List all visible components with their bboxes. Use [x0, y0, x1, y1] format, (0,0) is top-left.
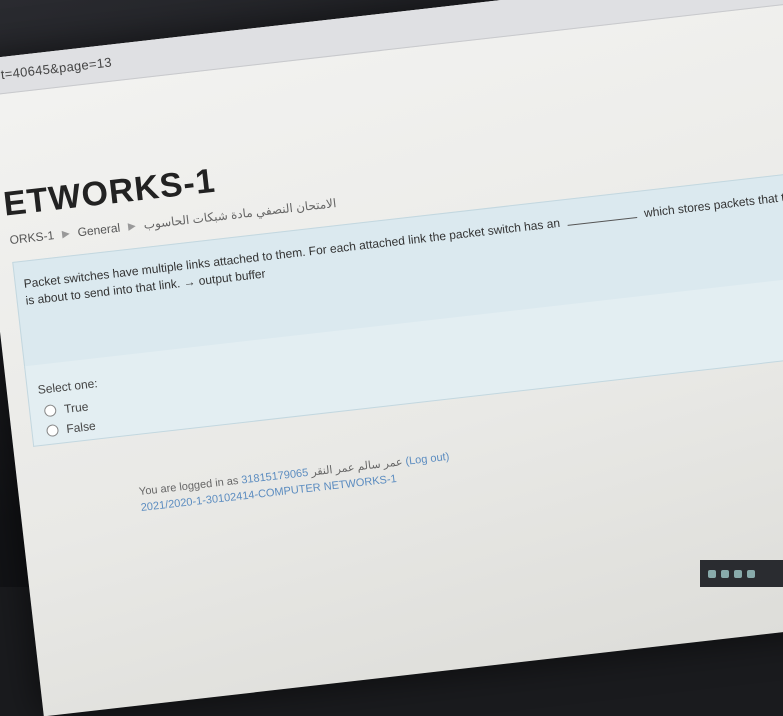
breadcrumb-item-general[interactable]: General	[77, 221, 121, 240]
option-false-label: False	[65, 418, 97, 436]
breadcrumb-item-course[interactable]: ORKS-1	[9, 228, 55, 247]
tray-icon[interactable]	[708, 569, 716, 578]
tray-icon[interactable]	[747, 569, 755, 578]
breadcrumb-separator-icon: ▶	[61, 227, 71, 240]
radio-true[interactable]	[43, 404, 57, 418]
screen: t=40645&page=13 ETWORKS-1 ORKS-1 ▶ Gener…	[0, 0, 783, 716]
breadcrumb-separator-icon: ▶	[127, 220, 137, 233]
option-true[interactable]: True	[43, 399, 90, 418]
tray-icon[interactable]	[721, 569, 729, 578]
radio-false[interactable]	[45, 423, 60, 438]
url-text: t=40645&page=13	[0, 54, 113, 83]
option-false[interactable]: False	[45, 418, 97, 438]
tray-icon[interactable]	[734, 569, 742, 578]
answer-blank	[567, 217, 638, 226]
logout-link[interactable]: (Log out)	[405, 451, 450, 468]
select-one-label: Select one:	[37, 376, 99, 397]
footer: You are logged in as 31815179065 عمر سال…	[138, 449, 452, 516]
taskbar	[700, 560, 783, 587]
option-true-label: True	[63, 399, 90, 417]
